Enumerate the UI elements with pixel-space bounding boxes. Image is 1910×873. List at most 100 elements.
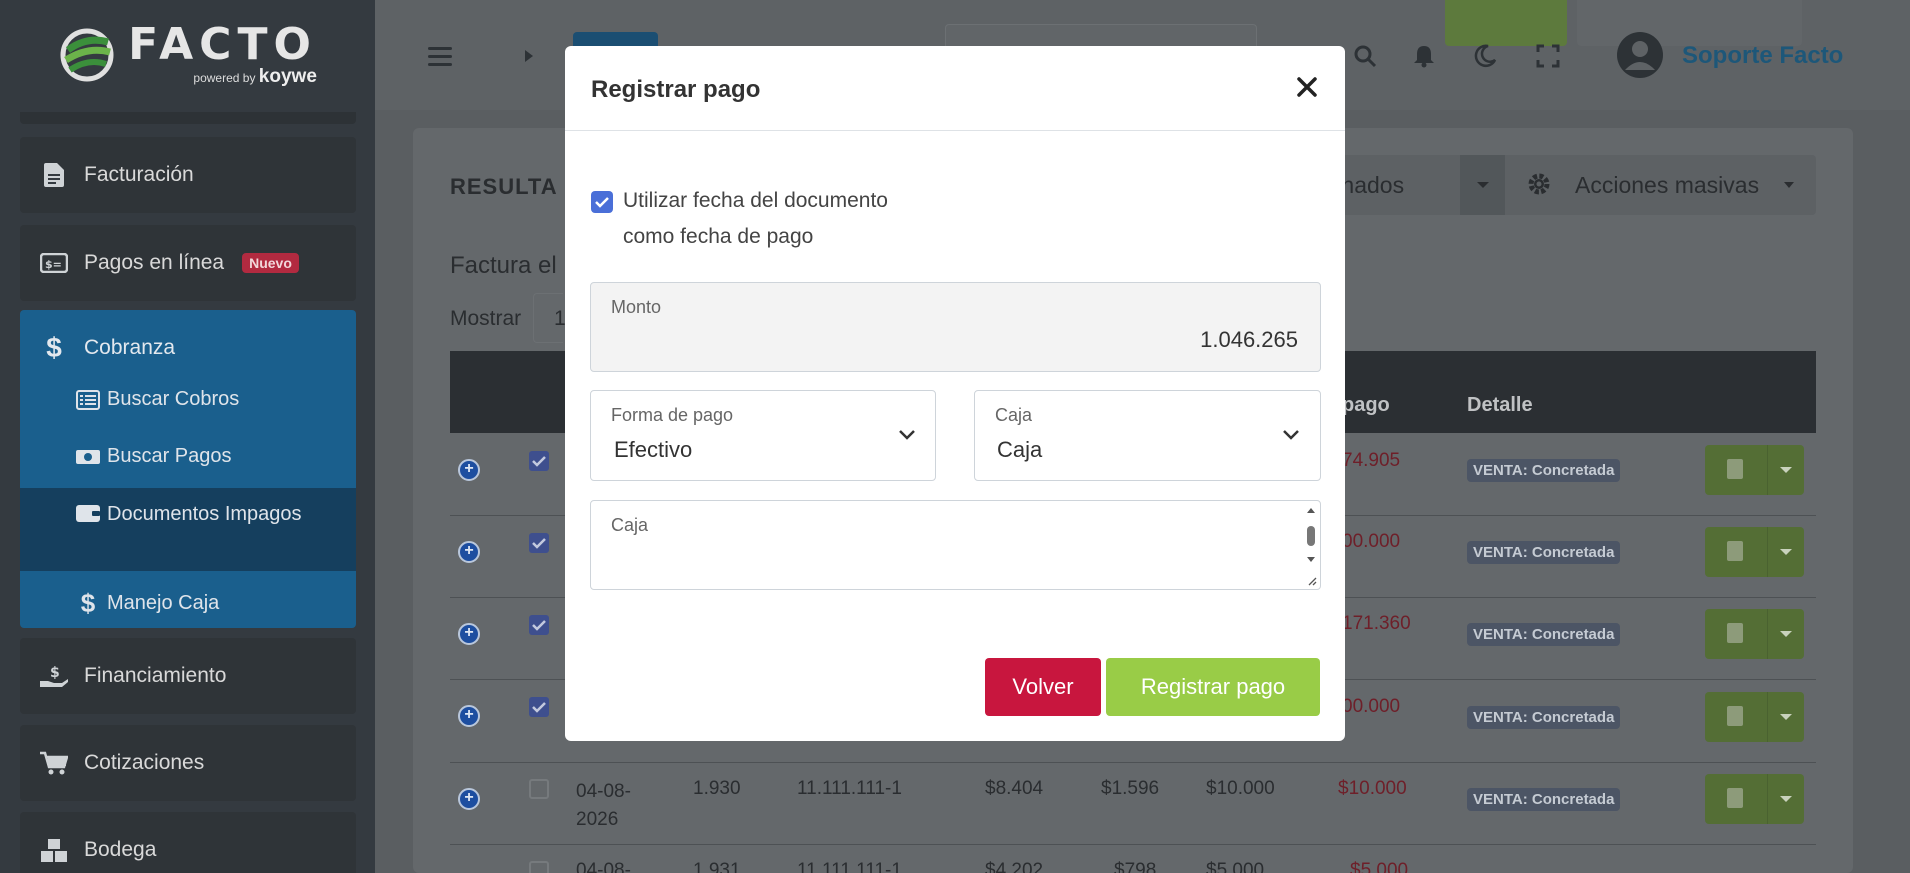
- row-rut: 11.111.111-1: [797, 778, 902, 799]
- sidebar-item-label: Cobranza: [84, 336, 176, 359]
- list-icon: [75, 389, 101, 410]
- monto-field[interactable]: Monto 1.046.265: [590, 282, 1321, 372]
- row-checkbox[interactable]: [529, 697, 549, 717]
- monto-label: Monto: [611, 297, 662, 317]
- expand-row-icon[interactable]: +: [458, 623, 480, 645]
- use-doc-date-option: Utilizar fecha del documento como fecha …: [591, 189, 943, 255]
- caret-down-icon[interactable]: [1780, 714, 1792, 720]
- invoice-icon: [1727, 788, 1743, 808]
- caret-down-icon[interactable]: [1780, 631, 1792, 637]
- row-checkbox[interactable]: [529, 615, 549, 635]
- caja-textarea[interactable]: Caja: [590, 500, 1321, 590]
- sidebar-subitem-buscar-cobros[interactable]: Buscar Cobros: [75, 388, 239, 411]
- sidebar-subitem-buscar-pagos[interactable]: Buscar Pagos: [75, 445, 232, 468]
- money-bill-wave-icon: [75, 448, 101, 466]
- row-divider: [450, 762, 1816, 763]
- forma-de-pago-select[interactable]: Forma de pago Efectivo: [590, 390, 936, 481]
- user-name[interactable]: Soporte Facto: [1682, 42, 1843, 70]
- sidebar-item-bodega[interactable]: Bodega: [20, 812, 356, 873]
- bell-icon[interactable]: [1412, 44, 1436, 68]
- register-payment-button[interactable]: Registrar pago: [1106, 658, 1320, 716]
- fullscreen-icon[interactable]: [1536, 44, 1560, 68]
- row-checkbox[interactable]: [529, 779, 549, 799]
- column-header-pago[interactable]: pago: [1342, 394, 1390, 417]
- row-iva: $798: [1114, 860, 1157, 873]
- selected-dropdown-caret[interactable]: [1460, 155, 1505, 215]
- row-action-button[interactable]: [1705, 692, 1804, 742]
- close-icon: [1297, 77, 1317, 97]
- facto-logo[interactable]: FACTO powered by koywe: [0, 0, 375, 110]
- caret-down-icon[interactable]: [1780, 796, 1792, 802]
- wallet-icon: [75, 503, 101, 523]
- row-total: $10.000: [1206, 778, 1275, 799]
- caret-down-icon: [1784, 182, 1794, 188]
- close-button[interactable]: [1292, 72, 1322, 102]
- logo-powered: powered by: [193, 71, 256, 85]
- logo-wordmark: FACTO: [128, 19, 317, 70]
- money-bill-icon: $=: [40, 250, 68, 276]
- moon-icon[interactable]: [1473, 44, 1497, 68]
- expand-row-icon[interactable]: +: [458, 541, 480, 563]
- cart-icon: [40, 750, 68, 776]
- caret-down-icon[interactable]: [1780, 467, 1792, 473]
- invoice-icon: [1727, 541, 1743, 561]
- expand-row-icon[interactable]: +: [458, 705, 480, 727]
- use-doc-date-label[interactable]: Utilizar fecha del documento como fecha …: [623, 183, 943, 255]
- monto-value: 1.046.265: [1200, 327, 1298, 352]
- row-amount: 74.905: [1342, 450, 1401, 471]
- textarea-scrollbar[interactable]: [1305, 505, 1317, 575]
- caret-down-icon[interactable]: [1780, 549, 1792, 555]
- facto-logo-icon: [60, 28, 114, 82]
- search-icon[interactable]: [1353, 44, 1377, 68]
- results-subtitle: Factura el: [450, 252, 557, 279]
- status-badge: VENTA: Concretada: [1467, 459, 1621, 482]
- row-checkbox[interactable]: [529, 533, 549, 553]
- expand-row-icon[interactable]: +: [458, 788, 480, 810]
- column-header-detalle[interactable]: Detalle: [1467, 394, 1533, 417]
- row-neto: $8.404: [985, 778, 1044, 799]
- sidebar-subitem-manejo-caja[interactable]: $ Manejo Caja: [75, 588, 220, 619]
- row-action-button[interactable]: [1705, 527, 1804, 577]
- sidebar-item-label: Cotizaciones: [84, 751, 205, 774]
- caja-value: Caja: [997, 437, 1043, 462]
- page-size-select[interactable]: 1(: [533, 293, 573, 343]
- sidebar-subitem-documentos-impagos[interactable]: Documentos Impagos: [75, 500, 325, 528]
- row-date: 04-08-: [576, 860, 631, 873]
- caja-select[interactable]: Caja Caja: [974, 390, 1321, 481]
- caret-right-icon[interactable]: [522, 48, 536, 64]
- row-checkbox[interactable]: [529, 861, 549, 873]
- svg-text:$: $: [50, 665, 60, 681]
- register-payment-modal: Registrar pago Utilizar fecha del docume…: [565, 46, 1345, 741]
- sidebar-item-pagos-en-linea[interactable]: $= Pagos en línea Nuevo: [20, 225, 356, 301]
- sidebar-subitem-label: Buscar Cobros: [107, 388, 240, 410]
- top-secondary-button[interactable]: [1577, 0, 1802, 46]
- row-neto: $4.202: [985, 860, 1044, 873]
- sidebar-item-facturacion[interactable]: Facturación: [20, 137, 356, 213]
- avatar[interactable]: [1617, 32, 1663, 78]
- sidebar-group-cobranza: $ Cobranza Buscar Cobros Buscar Pagos Do…: [20, 310, 356, 628]
- row-checkbox[interactable]: [529, 451, 549, 471]
- row-action-button[interactable]: [1705, 774, 1804, 824]
- row-action-button[interactable]: [1705, 609, 1804, 659]
- forma-de-pago-value: Efectivo: [614, 437, 693, 462]
- hand-holding-dollar-icon: $: [40, 663, 68, 689]
- sidebar-item-financiamiento[interactable]: $ Financiamiento: [20, 638, 356, 714]
- row-action-button[interactable]: [1705, 445, 1804, 495]
- document-icon: [40, 162, 68, 188]
- status-badge: VENTA: Concretada: [1467, 788, 1621, 811]
- sidebar-item-cobranza[interactable]: $ Cobranza: [40, 332, 175, 364]
- sidebar-item-label: Facturación: [84, 163, 194, 186]
- sidebar: FACTO powered by koywe Facturación $= Pa…: [0, 0, 375, 873]
- forma-de-pago-label: Forma de pago: [611, 405, 734, 425]
- use-doc-date-checkbox[interactable]: [591, 191, 613, 213]
- sidebar-item-cotizaciones[interactable]: Cotizaciones: [20, 725, 356, 801]
- back-button[interactable]: Volver: [985, 658, 1101, 716]
- top-green-button[interactable]: [1445, 0, 1567, 46]
- dollar-icon: $: [46, 332, 62, 363]
- hamburger-menu-icon[interactable]: [428, 47, 452, 66]
- check-icon: [595, 197, 609, 208]
- resize-handle-icon[interactable]: [1307, 576, 1317, 586]
- bulk-actions-button[interactable]: Acciones masivas: [1575, 172, 1759, 199]
- expand-row-icon[interactable]: +: [458, 459, 480, 481]
- boxes-icon: [40, 838, 68, 864]
